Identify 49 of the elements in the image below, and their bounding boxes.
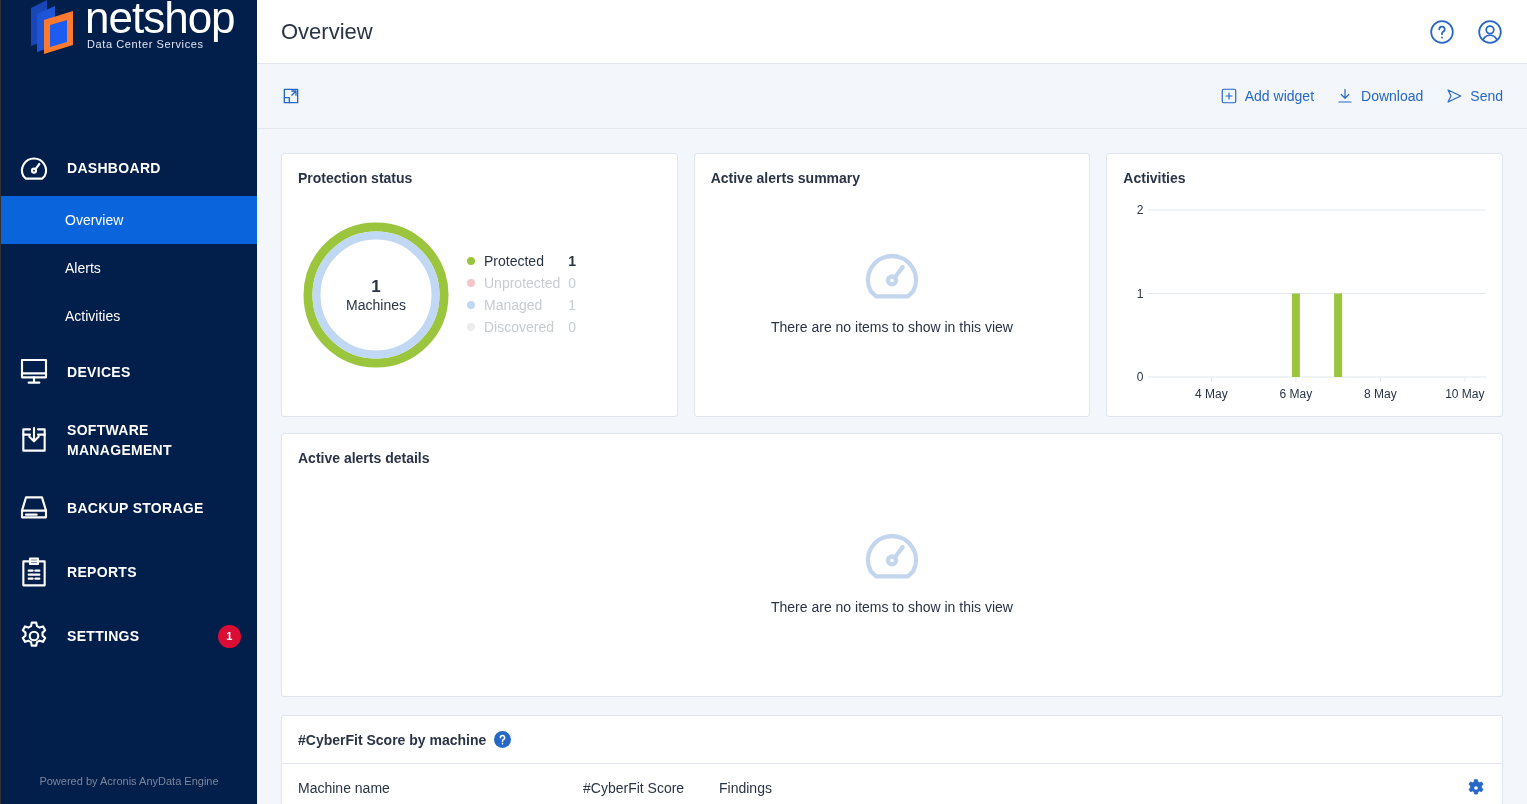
axis-label: 4 May	[1195, 387, 1229, 401]
axis-label: 0	[1137, 370, 1144, 384]
total-count: 1	[371, 277, 381, 297]
card-title: Activities	[1122, 169, 1187, 186]
axis-label: 2	[1137, 203, 1144, 217]
column-header: Machine name	[298, 780, 391, 796]
legend-count: 1	[568, 297, 577, 313]
footer-text: Powered by Acronis AnyData Engine	[38, 775, 220, 789]
notification-badge: 1	[218, 624, 241, 648]
legend-label: Managed	[484, 297, 543, 313]
total-label: Machines	[346, 297, 406, 313]
axis-label: 8 May	[1364, 387, 1398, 401]
legend-label: Unprotected	[484, 275, 561, 291]
nav-item[interactable]: REPORTS	[1, 540, 257, 604]
card-title: #CyberFit Score by machine	[298, 731, 487, 748]
nav-subitem[interactable]: Activities	[1, 292, 257, 340]
legend-count: 0	[568, 275, 577, 291]
card-title: Active alerts details	[297, 449, 431, 466]
empty-message: There are no items to show in this view	[771, 599, 1013, 615]
column-header: #CyberFit Score	[583, 780, 686, 796]
nav-item[interactable]: SOFTWARE MANAGEMENT	[1, 404, 257, 476]
settings-icon[interactable]	[1466, 778, 1486, 798]
nav-item[interactable]: SETTINGS 1	[1, 604, 257, 668]
page-title: Overview	[281, 18, 374, 45]
help-icon[interactable]	[1429, 18, 1455, 45]
legend-count: 0	[568, 319, 577, 335]
legend-label: Protected	[484, 253, 544, 269]
account-icon[interactable]	[1477, 18, 1503, 45]
nav-item[interactable]: DASHBOARD	[1, 140, 257, 196]
column-header: Findings	[719, 780, 773, 796]
expand-icon[interactable]	[281, 86, 301, 106]
axis-label: 10 May	[1445, 387, 1485, 401]
toolbar-button[interactable]: Download	[1336, 87, 1424, 105]
toolbar-button[interactable]: Add widget	[1219, 87, 1315, 105]
nav-subitem[interactable]: Overview	[1, 196, 257, 244]
axis-label: 1	[1137, 286, 1144, 301]
legend-label: Discovered	[484, 319, 555, 335]
send-icon	[1445, 87, 1464, 105]
card-title: Protection status	[297, 169, 414, 186]
help-icon[interactable]	[494, 731, 512, 748]
legend-count: 1	[568, 253, 577, 269]
axis-label: 6 May	[1279, 387, 1313, 401]
toolbar-button[interactable]: Send	[1445, 87, 1503, 105]
empty-message: There are no items to show in this view	[771, 319, 1013, 335]
nav-subitem[interactable]: Alerts	[1, 244, 257, 292]
nav-item[interactable]: DEVICES	[1, 340, 257, 404]
plus-box-icon	[1219, 87, 1238, 105]
card-title: Active alerts summary	[709, 169, 862, 186]
nav-item[interactable]: BACKUP STORAGE	[1, 476, 257, 540]
